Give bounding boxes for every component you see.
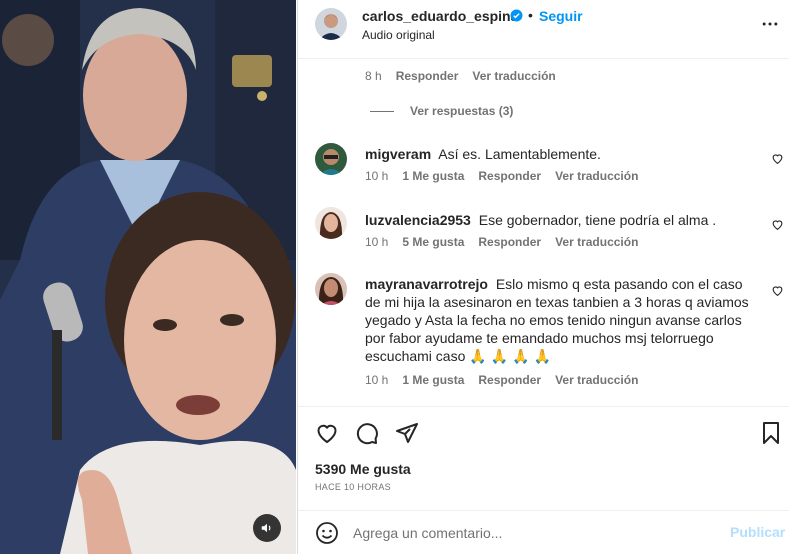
commenter-avatar[interactable] xyxy=(315,273,347,305)
comment-username[interactable]: migveram xyxy=(365,146,431,162)
more-horizontal-icon[interactable] xyxy=(760,14,780,34)
comment-meta: 10 h 1 Me gusta Responder Ver traducción xyxy=(365,373,638,387)
replies-divider xyxy=(370,110,394,112)
comment-meta: 10 h 1 Me gusta Responder Ver traducción xyxy=(365,169,638,183)
heart-icon[interactable] xyxy=(315,421,339,445)
view-replies-button[interactable]: Ver respuestas (3) xyxy=(370,104,513,118)
speaker-icon xyxy=(261,523,271,533)
translate-button[interactable]: Ver traducción xyxy=(555,373,638,387)
reply-button[interactable]: Responder xyxy=(478,373,541,387)
comment-body: luzvalencia2953 Ese gobernador, tiene po… xyxy=(365,211,750,229)
translate-button[interactable]: Ver traducción xyxy=(555,235,638,249)
emoji-icon[interactable] xyxy=(315,521,339,545)
comment-likes-count[interactable]: 1 Me gusta xyxy=(402,373,464,387)
post-actions-bar xyxy=(298,406,789,458)
audio-link[interactable]: Audio original xyxy=(362,28,435,42)
separator-dot: • xyxy=(528,7,533,23)
video-frame-image xyxy=(0,0,296,554)
author-avatar[interactable] xyxy=(315,8,347,40)
comment-icon[interactable] xyxy=(355,421,379,445)
comment-time: 10 h xyxy=(365,235,389,249)
share-icon[interactable] xyxy=(395,421,419,445)
comment-input[interactable] xyxy=(353,521,713,545)
comment-body: migveram Así es. Lamentablemente. xyxy=(365,145,750,163)
post-media[interactable] xyxy=(0,0,296,554)
mute-toggle-button[interactable] xyxy=(253,514,281,542)
post-details-panel: carlos_eduardo_espina • Seguir Audio ori… xyxy=(297,0,789,554)
comment-time: 10 h xyxy=(365,373,389,387)
translate-button[interactable]: Ver traducción xyxy=(555,169,638,183)
comment-like-heart-icon[interactable] xyxy=(771,152,784,165)
verified-badge-icon xyxy=(510,9,523,22)
comment-meta: 10 h 5 Me gusta Responder Ver traducción xyxy=(365,235,638,249)
add-comment-bar: Publicar xyxy=(298,510,789,554)
comment-username[interactable]: luzvalencia2953 xyxy=(365,212,471,228)
comment-likes-count[interactable]: 1 Me gusta xyxy=(402,169,464,183)
comment-text: Ese gobernador, tiene podría el alma . xyxy=(478,212,717,228)
publish-button[interactable]: Publicar xyxy=(730,524,785,540)
comment-username[interactable]: mayranavarrotrejo xyxy=(365,276,488,292)
bookmark-icon[interactable] xyxy=(759,421,783,445)
comment-body: mayranavarrotrejo Eslo mismo q esta pasa… xyxy=(365,275,750,365)
comment-like-heart-icon[interactable] xyxy=(771,218,784,231)
author-username[interactable]: carlos_eduardo_espina xyxy=(362,8,518,24)
post-timestamp: HACE 10 HORAS xyxy=(315,482,391,492)
translate-button[interactable]: Ver traducción xyxy=(472,69,555,83)
commenter-avatar[interactable] xyxy=(315,143,347,175)
comment-likes-count[interactable]: 5 Me gusta xyxy=(402,235,464,249)
comment-time: 8 h xyxy=(365,69,382,83)
previous-comment-meta: 8 h Responder Ver traducción xyxy=(365,69,556,83)
praying-hands-emojis: 🙏🙏🙏🙏 xyxy=(469,348,556,364)
reply-button[interactable]: Responder xyxy=(396,69,459,83)
follow-button[interactable]: Seguir xyxy=(539,8,583,24)
reply-button[interactable]: Responder xyxy=(478,235,541,249)
view-replies-label: Ver respuestas (3) xyxy=(410,104,514,118)
comment-like-heart-icon[interactable] xyxy=(771,284,784,297)
commenter-avatar[interactable] xyxy=(315,207,347,239)
comment-time: 10 h xyxy=(365,169,389,183)
comment-text: Así es. Lamentablemente. xyxy=(438,146,601,162)
post-likes-count[interactable]: 5390 Me gusta xyxy=(315,461,411,477)
reply-button[interactable]: Responder xyxy=(478,169,541,183)
post-header: carlos_eduardo_espina • Seguir Audio ori… xyxy=(298,0,789,59)
